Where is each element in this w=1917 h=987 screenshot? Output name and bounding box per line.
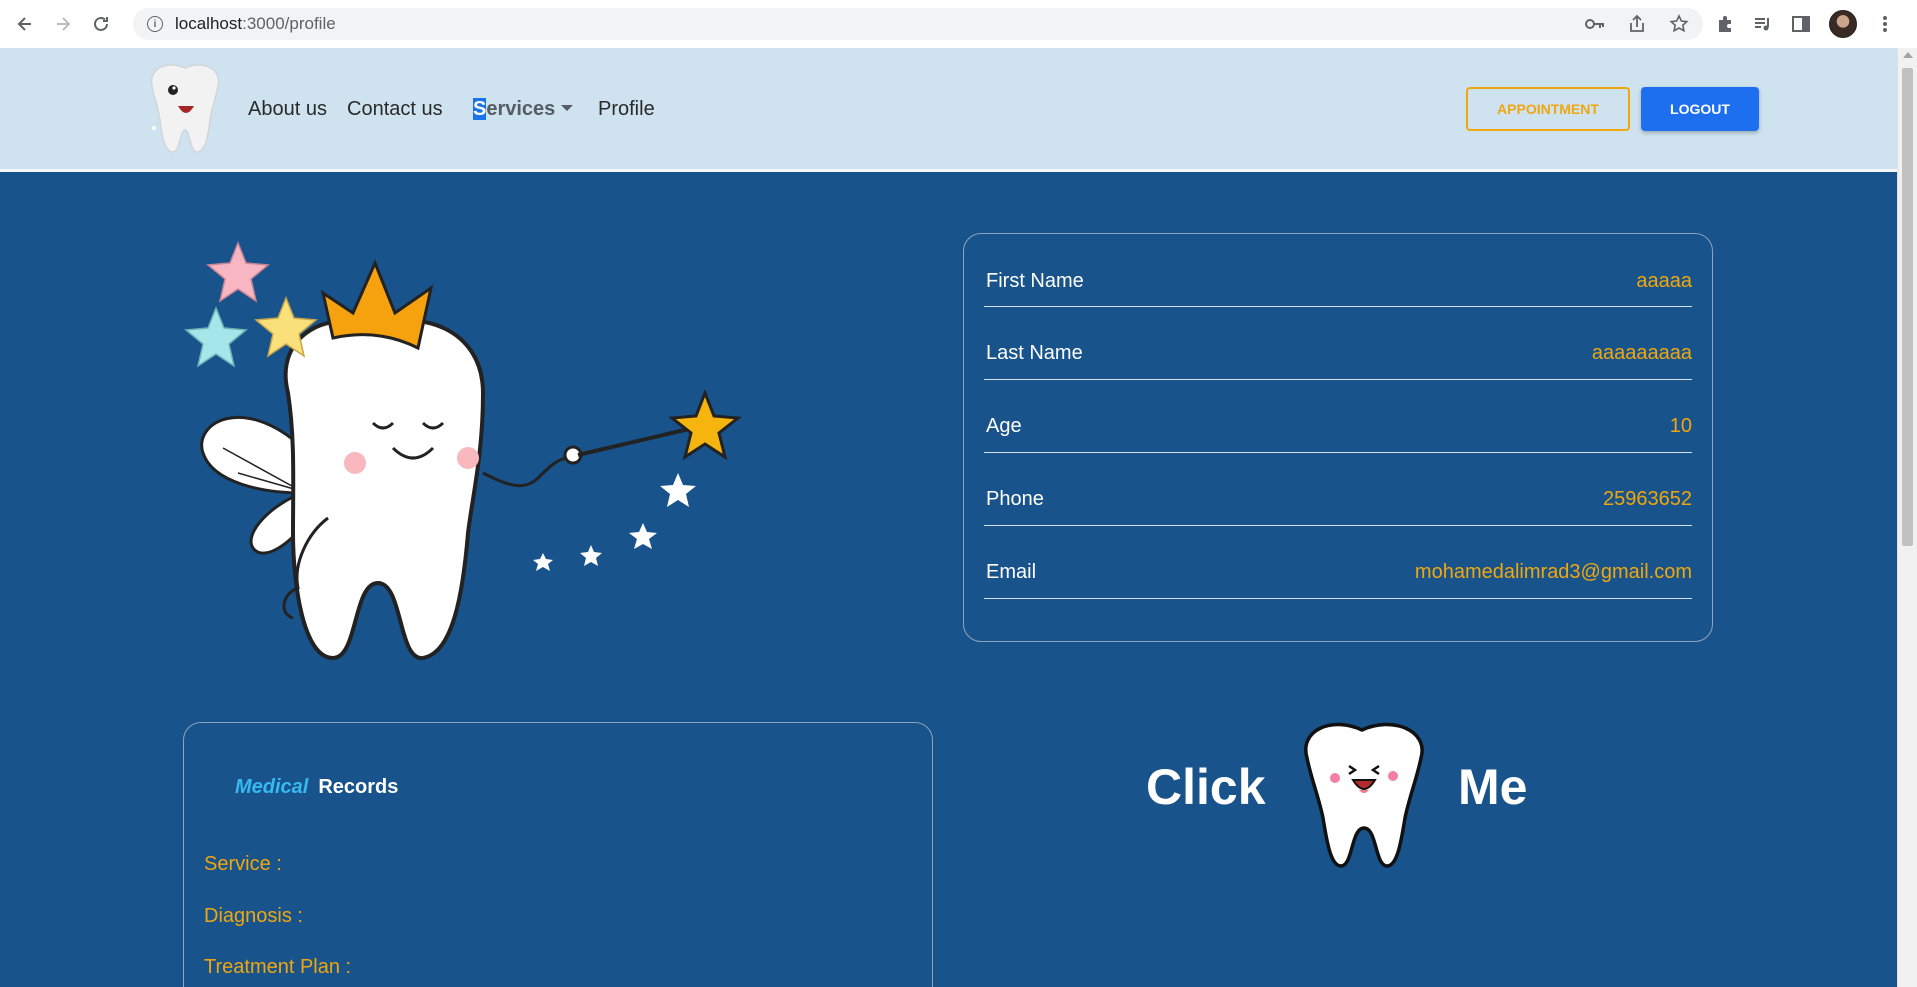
nav-profile[interactable]: Profile <box>598 98 655 121</box>
nav-contact-us[interactable]: Contact us <box>347 98 443 121</box>
tooth-fairy-illustration <box>183 233 743 683</box>
phone-label: Phone <box>986 488 1044 510</box>
extensions-puzzle-icon[interactable] <box>1715 14 1735 34</box>
profile-row-last-name: Last Name aaaaaaaaa <box>984 307 1692 380</box>
age-label: Age <box>986 415 1022 437</box>
records-heading-main: Records <box>318 776 399 798</box>
service-label: Service : <box>204 853 282 875</box>
nav-services-dropdown[interactable]: Services <box>473 98 574 121</box>
address-bar[interactable]: i localhost:3000/profile <box>133 8 1703 40</box>
profile-row-phone: Phone 25963652 <box>984 453 1692 526</box>
tooth-logo-icon[interactable] <box>140 58 230 158</box>
side-panel-icon[interactable] <box>1791 14 1811 34</box>
url-text: localhost:3000/profile <box>175 14 336 33</box>
phone-value: 25963652 <box>1603 488 1692 510</box>
share-icon[interactable] <box>1627 14 1647 34</box>
profile-row-first-name: First Name aaaaa <box>984 234 1692 307</box>
back-icon[interactable] <box>10 9 40 39</box>
logout-button[interactable]: LOGOUT <box>1641 87 1759 131</box>
email-value: mohamedalimrad3@gmail.com <box>1414 561 1692 583</box>
last-name-label: Last Name <box>986 342 1083 364</box>
first-name-value: aaaaa <box>1636 270 1692 292</box>
profile-avatar[interactable] <box>1829 10 1857 38</box>
medical-records-card: Medical Records Service : Diagnosis : Tre… <box>183 722 933 987</box>
me-text[interactable]: Me <box>1458 758 1527 816</box>
treatment-plan-label: Treatment Plan : <box>204 956 352 978</box>
site-navbar: About us Contact us Services Profile APP… <box>0 48 1897 172</box>
diagnosis-label: Diagnosis : <box>204 905 303 927</box>
first-name-label: First Name <box>986 270 1084 292</box>
bookmark-star-icon[interactable] <box>1669 14 1689 34</box>
scrollbar-thumb[interactable] <box>1902 68 1913 546</box>
profile-row-email: Email mohamedalimrad3@gmail.com <box>984 526 1692 599</box>
key-icon[interactable] <box>1585 14 1605 34</box>
profile-row-age: Age 10 <box>984 380 1692 453</box>
scroll-up-icon[interactable] <box>1903 52 1913 58</box>
appointment-button[interactable]: APPOINTMENT <box>1466 87 1630 131</box>
records-heading-accent: Medical <box>235 776 309 798</box>
age-value: 10 <box>1669 415 1692 437</box>
site-info-icon[interactable]: i <box>147 16 163 32</box>
page-scrollbar[interactable] <box>1897 48 1917 987</box>
nav-about-us[interactable]: About us <box>248 98 327 121</box>
last-name-value: aaaaaaaaa <box>1591 342 1692 364</box>
records-heading: Medical Records <box>235 776 398 799</box>
click-text[interactable]: Click <box>1146 758 1266 816</box>
chevron-down-icon <box>561 104 574 111</box>
forward-icon[interactable] <box>48 9 78 39</box>
media-queue-icon[interactable] <box>1753 14 1773 34</box>
profile-details-card: First Name aaaaa Last Name aaaaaaaaa Age… <box>963 233 1713 642</box>
browser-toolbar: i localhost:3000/profile <box>0 0 1917 48</box>
email-label: Email <box>986 561 1037 583</box>
kebab-menu-icon[interactable] <box>1875 14 1895 34</box>
happy-tooth-icon[interactable] <box>1297 718 1432 870</box>
reload-icon[interactable] <box>86 9 116 39</box>
